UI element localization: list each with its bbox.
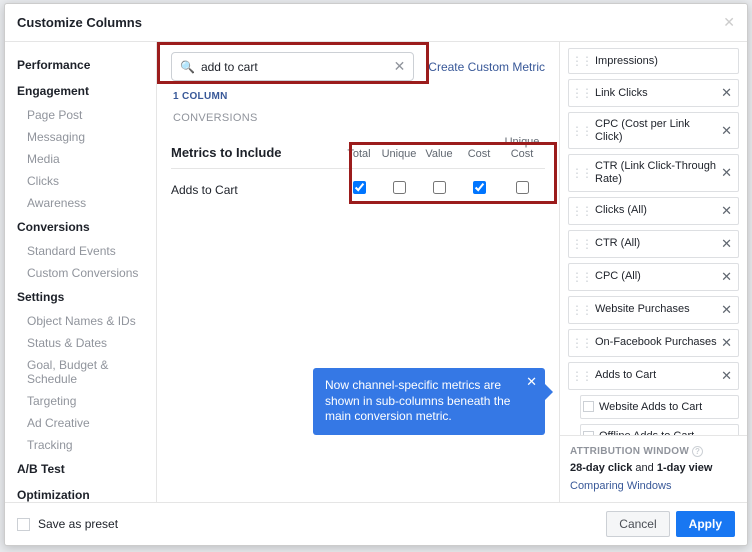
drag-handle-icon[interactable]: ⋮⋮: [571, 54, 591, 68]
sidebar-item-targeting[interactable]: Targeting: [5, 390, 156, 412]
drag-handle-icon[interactable]: ⋮⋮: [571, 336, 591, 350]
sidebar-item-goal-budget[interactable]: Goal, Budget & Schedule: [5, 354, 156, 390]
pill-website-purchases[interactable]: ⋮⋮Website Purchases✕: [568, 296, 739, 324]
remove-icon[interactable]: ✕: [719, 302, 734, 318]
category-sidebar: Performance Engagement Page Post Messagi…: [5, 42, 157, 502]
drag-handle-icon[interactable]: ⋮⋮: [571, 204, 591, 218]
checkbox-unique[interactable]: [393, 181, 406, 194]
metrics-include-label: Metrics to Include: [171, 145, 339, 160]
search-field-wrap: 🔍 ✕: [171, 52, 414, 81]
remove-icon[interactable]: ✕: [719, 335, 734, 351]
drag-handle-icon[interactable]: ⋮⋮: [571, 237, 591, 251]
sidebar-item-page-post[interactable]: Page Post: [5, 104, 156, 126]
pill-website-adds[interactable]: Website Adds to Cart: [580, 395, 739, 420]
pill-fb-purchases[interactable]: ⋮⋮On-Facebook Purchases✕: [568, 329, 739, 357]
drag-handle-icon[interactable]: ⋮⋮: [571, 270, 591, 284]
checkbox-unique-cost[interactable]: [516, 181, 529, 194]
conversions-section-label: CONVERSIONS: [173, 112, 543, 124]
apply-button[interactable]: Apply: [676, 511, 735, 537]
modal-title: Customize Columns: [17, 15, 142, 30]
remove-icon[interactable]: ✕: [719, 85, 734, 101]
search-icon: 🔍: [180, 60, 195, 74]
tooltip-close-icon[interactable]: ✕: [526, 374, 537, 391]
col-head-unique-cost: Unique Cost: [499, 136, 545, 160]
pill-ctr-link[interactable]: ⋮⋮CTR (Link Click-Through Rate)✕: [568, 154, 739, 191]
selected-columns-panel: ⋮⋮Impressions) ⋮⋮Link Clicks✕ ⋮⋮CPC (Cos…: [559, 42, 747, 502]
modal-footer: Save as preset Cancel Apply: [5, 502, 747, 545]
checkbox-icon[interactable]: [17, 518, 30, 531]
column-count-label: 1 COLUMN: [173, 91, 543, 102]
drag-handle-icon[interactable]: ⋮⋮: [571, 124, 591, 138]
remove-icon[interactable]: ✕: [719, 203, 734, 219]
sidebar-item-custom-conversions[interactable]: Custom Conversions: [5, 262, 156, 284]
pill-cpc-link[interactable]: ⋮⋮CPC (Cost per Link Click)✕: [568, 112, 739, 149]
sidebar-item-object-names[interactable]: Object Names & IDs: [5, 310, 156, 332]
sidebar-item-awareness[interactable]: Awareness: [5, 192, 156, 214]
create-custom-metric-link[interactable]: Create Custom Metric: [428, 60, 545, 74]
drag-handle-icon[interactable]: ⋮⋮: [571, 303, 591, 317]
sidebar-group-engagement[interactable]: Engagement: [5, 78, 156, 104]
remove-icon[interactable]: ✕: [719, 165, 734, 181]
cancel-button[interactable]: Cancel: [606, 511, 669, 537]
pill-cpc-all[interactable]: ⋮⋮CPC (All)✕: [568, 263, 739, 291]
drag-handle-icon[interactable]: ⋮⋮: [571, 369, 591, 383]
tooltip-text: Now channel-specific metrics are shown i…: [325, 378, 510, 423]
pill-link-clicks[interactable]: ⋮⋮Link Clicks✕: [568, 79, 739, 107]
sidebar-item-messaging[interactable]: Messaging: [5, 126, 156, 148]
col-head-value: Value: [419, 148, 459, 160]
pill-ctr-all[interactable]: ⋮⋮CTR (All)✕: [568, 230, 739, 258]
attribution-text: 28-day click and 1-day view: [570, 462, 737, 474]
sub-checkbox[interactable]: [583, 401, 594, 412]
sidebar-item-clicks[interactable]: Clicks: [5, 170, 156, 192]
attribution-title: ATTRIBUTION WINDOW?: [570, 446, 737, 457]
sidebar-item-standard-events[interactable]: Standard Events: [5, 240, 156, 262]
remove-icon[interactable]: ✕: [719, 123, 734, 139]
remove-icon[interactable]: ✕: [719, 269, 734, 285]
pill-offline-adds[interactable]: Offline Adds to Cart: [580, 424, 739, 435]
metric-name: Adds to Cart: [171, 183, 339, 197]
modal-body: Performance Engagement Page Post Messagi…: [5, 42, 747, 502]
checkbox-total[interactable]: [353, 181, 366, 194]
clear-search-icon[interactable]: ✕: [394, 58, 406, 75]
sidebar-group-ab-test[interactable]: A/B Test: [5, 456, 156, 482]
sidebar-item-tracking[interactable]: Tracking: [5, 434, 156, 456]
close-icon[interactable]: ✕: [723, 14, 735, 31]
attribution-section: ATTRIBUTION WINDOW? 28-day click and 1-d…: [560, 435, 747, 502]
save-preset-checkbox[interactable]: Save as preset: [17, 517, 118, 531]
customize-columns-modal: Customize Columns ✕ Performance Engageme…: [4, 3, 748, 546]
col-head-unique: Unique: [379, 148, 419, 160]
save-preset-label: Save as preset: [38, 517, 118, 531]
checkbox-cost[interactable]: [473, 181, 486, 194]
metrics-row-adds-to-cart: Adds to Cart: [171, 175, 545, 205]
search-row: 🔍 ✕ Create Custom Metric: [171, 52, 545, 81]
sidebar-item-media[interactable]: Media: [5, 148, 156, 170]
sidebar-group-optimization[interactable]: Optimization: [5, 482, 156, 502]
checkbox-value[interactable]: [433, 181, 446, 194]
col-head-total: Total: [339, 148, 379, 160]
help-icon[interactable]: ?: [692, 446, 703, 457]
modal-header: Customize Columns ✕: [5, 4, 747, 42]
sidebar-group-settings[interactable]: Settings: [5, 284, 156, 310]
sidebar-item-status-dates[interactable]: Status & Dates: [5, 332, 156, 354]
search-input[interactable]: [201, 60, 394, 74]
drag-handle-icon[interactable]: ⋮⋮: [571, 166, 591, 180]
center-panel: 🔍 ✕ Create Custom Metric 1 COLUMN CONVER…: [157, 42, 559, 502]
pill-adds-to-cart[interactable]: ⋮⋮Adds to Cart✕: [568, 362, 739, 390]
pill-impressions[interactable]: ⋮⋮Impressions): [568, 48, 739, 74]
selected-columns-list: ⋮⋮Impressions) ⋮⋮Link Clicks✕ ⋮⋮CPC (Cos…: [560, 42, 747, 435]
comparing-windows-link[interactable]: Comparing Windows: [570, 480, 737, 492]
info-tooltip: Now channel-specific metrics are shown i…: [313, 368, 545, 435]
pill-clicks-all[interactable]: ⋮⋮Clicks (All)✕: [568, 197, 739, 225]
metrics-table-header: Metrics to Include Total Unique Value Co…: [171, 136, 545, 169]
remove-icon[interactable]: ✕: [719, 236, 734, 252]
sidebar-group-performance[interactable]: Performance: [5, 52, 156, 78]
sidebar-item-ad-creative[interactable]: Ad Creative: [5, 412, 156, 434]
remove-icon[interactable]: ✕: [719, 368, 734, 384]
col-head-cost: Cost: [459, 148, 499, 160]
sidebar-group-conversions[interactable]: Conversions: [5, 214, 156, 240]
drag-handle-icon[interactable]: ⋮⋮: [571, 86, 591, 100]
